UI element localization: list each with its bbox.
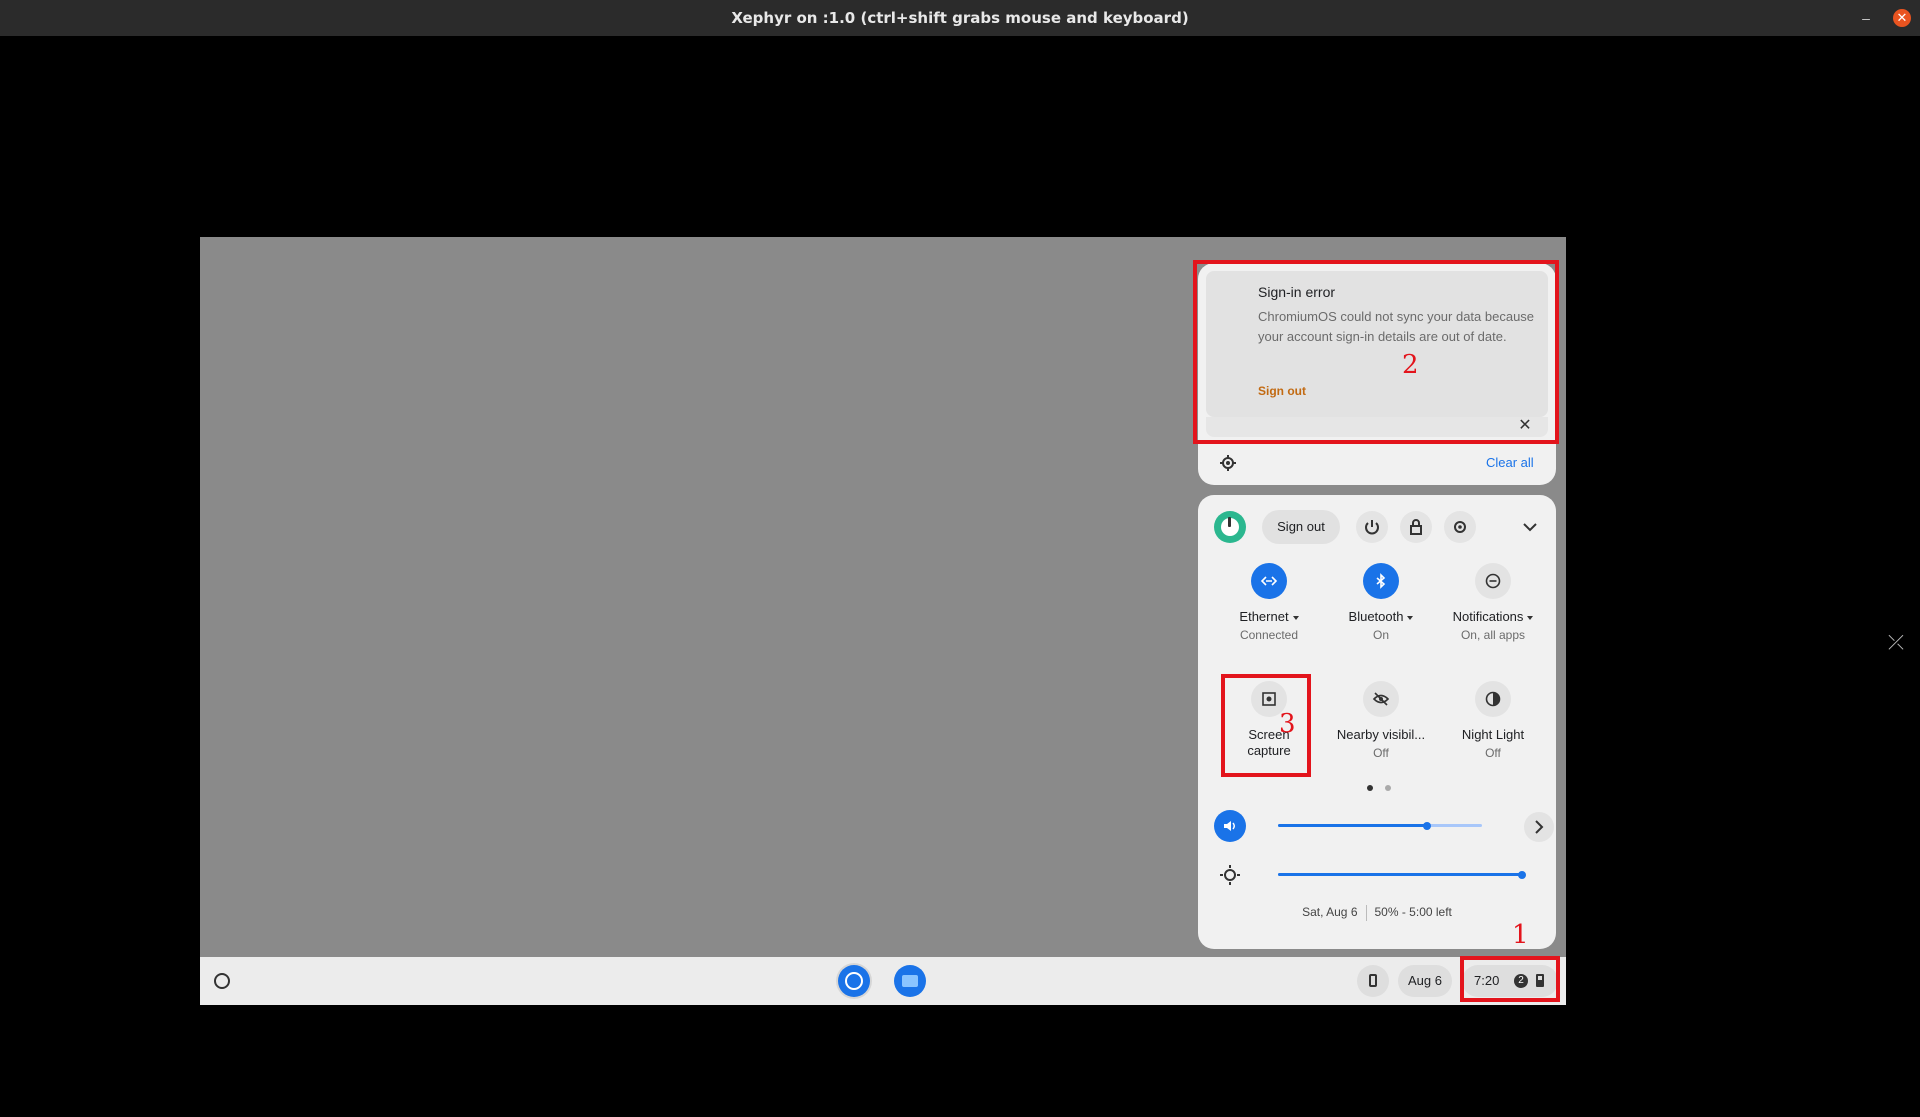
- night-light-icon: [1475, 681, 1511, 717]
- annotation-number: 3: [1279, 709, 1296, 739]
- shelf: Aug 6 7:20 2: [200, 957, 1566, 1005]
- shelf-date[interactable]: Aug 6: [1398, 965, 1452, 997]
- lock-icon: [1410, 519, 1422, 535]
- brightness-icon: [1214, 859, 1246, 891]
- window-titlebar: Xephyr on :1.0 (ctrl+shift grabs mouse a…: [0, 0, 1920, 36]
- annotation-box-screen-capture: [1221, 674, 1311, 777]
- settings-button[interactable]: [1444, 511, 1476, 543]
- window-title: Xephyr on :1.0 (ctrl+shift grabs mouse a…: [731, 9, 1189, 27]
- audio-settings-button[interactable]: [1524, 812, 1554, 842]
- tile-bluetooth-label: Bluetooth: [1348, 609, 1404, 624]
- tile-notifications-label: Notifications: [1452, 609, 1524, 624]
- tile-nearby-visibility[interactable]: Nearby visibil... Off: [1326, 681, 1436, 760]
- volume-thumb[interactable]: [1423, 822, 1431, 830]
- clear-all-button[interactable]: Clear all: [1486, 455, 1534, 470]
- tile-notifications[interactable]: Notifications On, all apps: [1438, 563, 1548, 642]
- volume-fill: [1278, 824, 1427, 827]
- footer-date[interactable]: Sat, Aug 6: [1302, 905, 1357, 919]
- tile-night-light[interactable]: Night Light Off: [1438, 681, 1548, 760]
- user-avatar[interactable]: [1214, 511, 1246, 543]
- tile-ethernet-status: Connected: [1239, 628, 1299, 642]
- power-button[interactable]: [1356, 511, 1388, 543]
- tile-nearby-visibility-status: Off: [1373, 746, 1389, 760]
- lock-button[interactable]: [1400, 511, 1432, 543]
- gear-icon: [1454, 521, 1466, 533]
- tile-ethernet[interactable]: Ethernet Connected: [1214, 563, 1324, 642]
- sign-out-button[interactable]: Sign out: [1262, 510, 1340, 544]
- annotation-box-notification: [1193, 260, 1559, 444]
- launcher-icon[interactable]: [214, 973, 230, 989]
- notification-settings-gear-icon[interactable]: [1218, 453, 1238, 473]
- brightness-slider[interactable]: [1278, 866, 1526, 884]
- nearby-visibility-icon: [1363, 681, 1399, 717]
- battery-status[interactable]: 50% - 5:00 left: [1375, 905, 1452, 919]
- tile-night-light-label: Night Light: [1461, 727, 1525, 742]
- close-button[interactable]: ✕: [1893, 9, 1911, 27]
- files-app-icon[interactable]: [894, 965, 926, 997]
- tile-bluetooth[interactable]: Bluetooth On: [1326, 563, 1436, 642]
- phone-icon: [1369, 974, 1377, 987]
- chromeos-screen: Sign-in error ChromiumOS could not sync …: [200, 237, 1566, 1005]
- annotation-number: 1: [1512, 920, 1529, 950]
- mute-toggle-button[interactable]: [1214, 810, 1246, 842]
- chevron-right-icon: [1535, 820, 1544, 834]
- tile-notifications-status: On, all apps: [1460, 628, 1526, 642]
- page-dot-active[interactable]: [1367, 785, 1373, 791]
- side-close-icon[interactable]: ⤫: [1888, 632, 1904, 655]
- brightness-thumb[interactable]: [1518, 871, 1526, 879]
- dropdown-caret-icon: [1292, 615, 1299, 620]
- chrome-app-icon[interactable]: [838, 965, 870, 997]
- volume-slider[interactable]: [1278, 817, 1482, 835]
- minimize-button[interactable]: –: [1856, 8, 1876, 28]
- page-dot[interactable]: [1385, 785, 1391, 791]
- phone-hub-button[interactable]: [1357, 965, 1389, 997]
- ethernet-icon: [1251, 563, 1287, 599]
- page-indicator[interactable]: [1367, 785, 1391, 791]
- power-icon: [1365, 520, 1379, 535]
- tile-ethernet-label: Ethernet: [1239, 609, 1289, 624]
- tile-nearby-visibility-label: Nearby visibil...: [1336, 727, 1426, 742]
- volume-icon: [1224, 821, 1235, 831]
- tile-night-light-status: Off: [1485, 746, 1501, 760]
- annotation-box-status-area: [1460, 956, 1560, 1002]
- bluetooth-icon: [1363, 563, 1399, 599]
- collapse-chevron-icon[interactable]: [1518, 515, 1542, 539]
- annotation-number: 2: [1402, 350, 1419, 380]
- dropdown-caret-icon: [1527, 615, 1534, 620]
- do-not-disturb-icon: [1475, 563, 1511, 599]
- quick-settings-footer: Sat, Aug 6 50% - 5:00 left: [1198, 905, 1556, 921]
- dropdown-caret-icon: [1407, 615, 1414, 620]
- brightness-fill: [1278, 873, 1522, 876]
- tile-bluetooth-status: On: [1372, 628, 1389, 642]
